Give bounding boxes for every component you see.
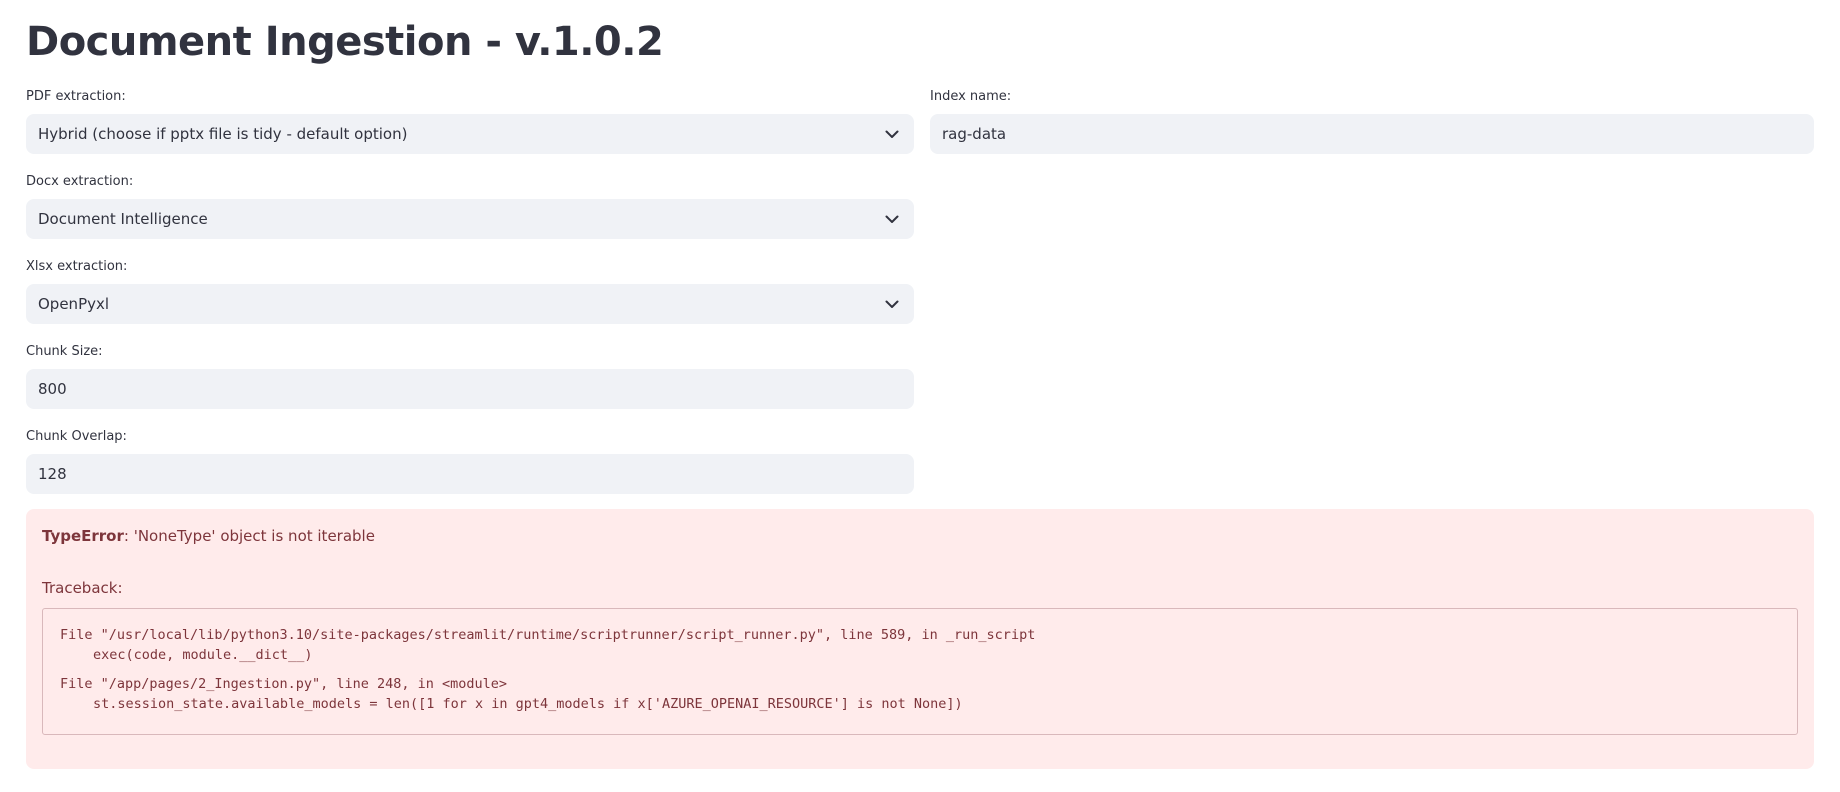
traceback-frame-file: File "/usr/local/lib/python3.10/site-pac… — [60, 627, 1036, 643]
xlsx-extraction-value: OpenPyxl — [38, 295, 110, 313]
index-name-input[interactable] — [930, 114, 1814, 154]
index-name-label: Index name: — [930, 89, 1012, 104]
traceback-label: Traceback: — [42, 579, 123, 597]
traceback-frame-code: exec(code, module.__dict__) — [93, 647, 313, 663]
xlsx-extraction-select[interactable]: OpenPyxl — [26, 284, 914, 324]
ingestion-page: Document Ingestion - v.1.0.2 PDF extract… — [0, 0, 1840, 792]
error-alert: TypeError: 'NoneType' object is not iter… — [26, 509, 1814, 769]
docx-extraction-select[interactable]: Document Intelligence — [26, 199, 914, 239]
traceback-frame: File "/usr/local/lib/python3.10/site-pac… — [60, 625, 1780, 665]
traceback-box: File "/usr/local/lib/python3.10/site-pac… — [42, 608, 1798, 735]
docx-extraction-label: Docx extraction: — [26, 174, 134, 189]
traceback-frame-file: File "/app/pages/2_Ingestion.py", line 2… — [60, 676, 508, 692]
pdf-extraction-field: PDF extraction: Hybrid (choose if pptx f… — [26, 86, 914, 154]
chunk-overlap-field: Chunk Overlap: — [26, 426, 914, 494]
chevron-down-icon — [882, 124, 902, 144]
chunk-overlap-label: Chunk Overlap: — [26, 429, 127, 444]
error-type: TypeError — [42, 527, 124, 545]
chunk-size-field: Chunk Size: — [26, 341, 914, 409]
traceback-frame-code: st.session_state.available_models = len(… — [93, 696, 963, 712]
page-title: Document Ingestion - v.1.0.2 — [26, 19, 664, 65]
traceback-frame: File "/app/pages/2_Ingestion.py", line 2… — [60, 674, 1780, 714]
chunk-size-label: Chunk Size: — [26, 344, 103, 359]
pdf-extraction-label: PDF extraction: — [26, 89, 126, 104]
chunk-size-input[interactable] — [26, 369, 914, 409]
docx-extraction-field: Docx extraction: Document Intelligence — [26, 171, 914, 239]
pdf-extraction-value: Hybrid (choose if pptx file is tidy - de… — [38, 125, 408, 143]
index-name-field: Index name: — [930, 86, 1814, 154]
pdf-extraction-select[interactable]: Hybrid (choose if pptx file is tidy - de… — [26, 114, 914, 154]
chevron-down-icon — [882, 294, 902, 314]
docx-extraction-value: Document Intelligence — [38, 210, 208, 228]
xlsx-extraction-label: Xlsx extraction: — [26, 259, 128, 274]
error-message: TypeError: 'NoneType' object is not iter… — [42, 525, 1798, 547]
chunk-overlap-input[interactable] — [26, 454, 914, 494]
xlsx-extraction-field: Xlsx extraction: OpenPyxl — [26, 256, 914, 324]
error-text: : 'NoneType' object is not iterable — [123, 527, 375, 545]
chevron-down-icon — [882, 209, 902, 229]
